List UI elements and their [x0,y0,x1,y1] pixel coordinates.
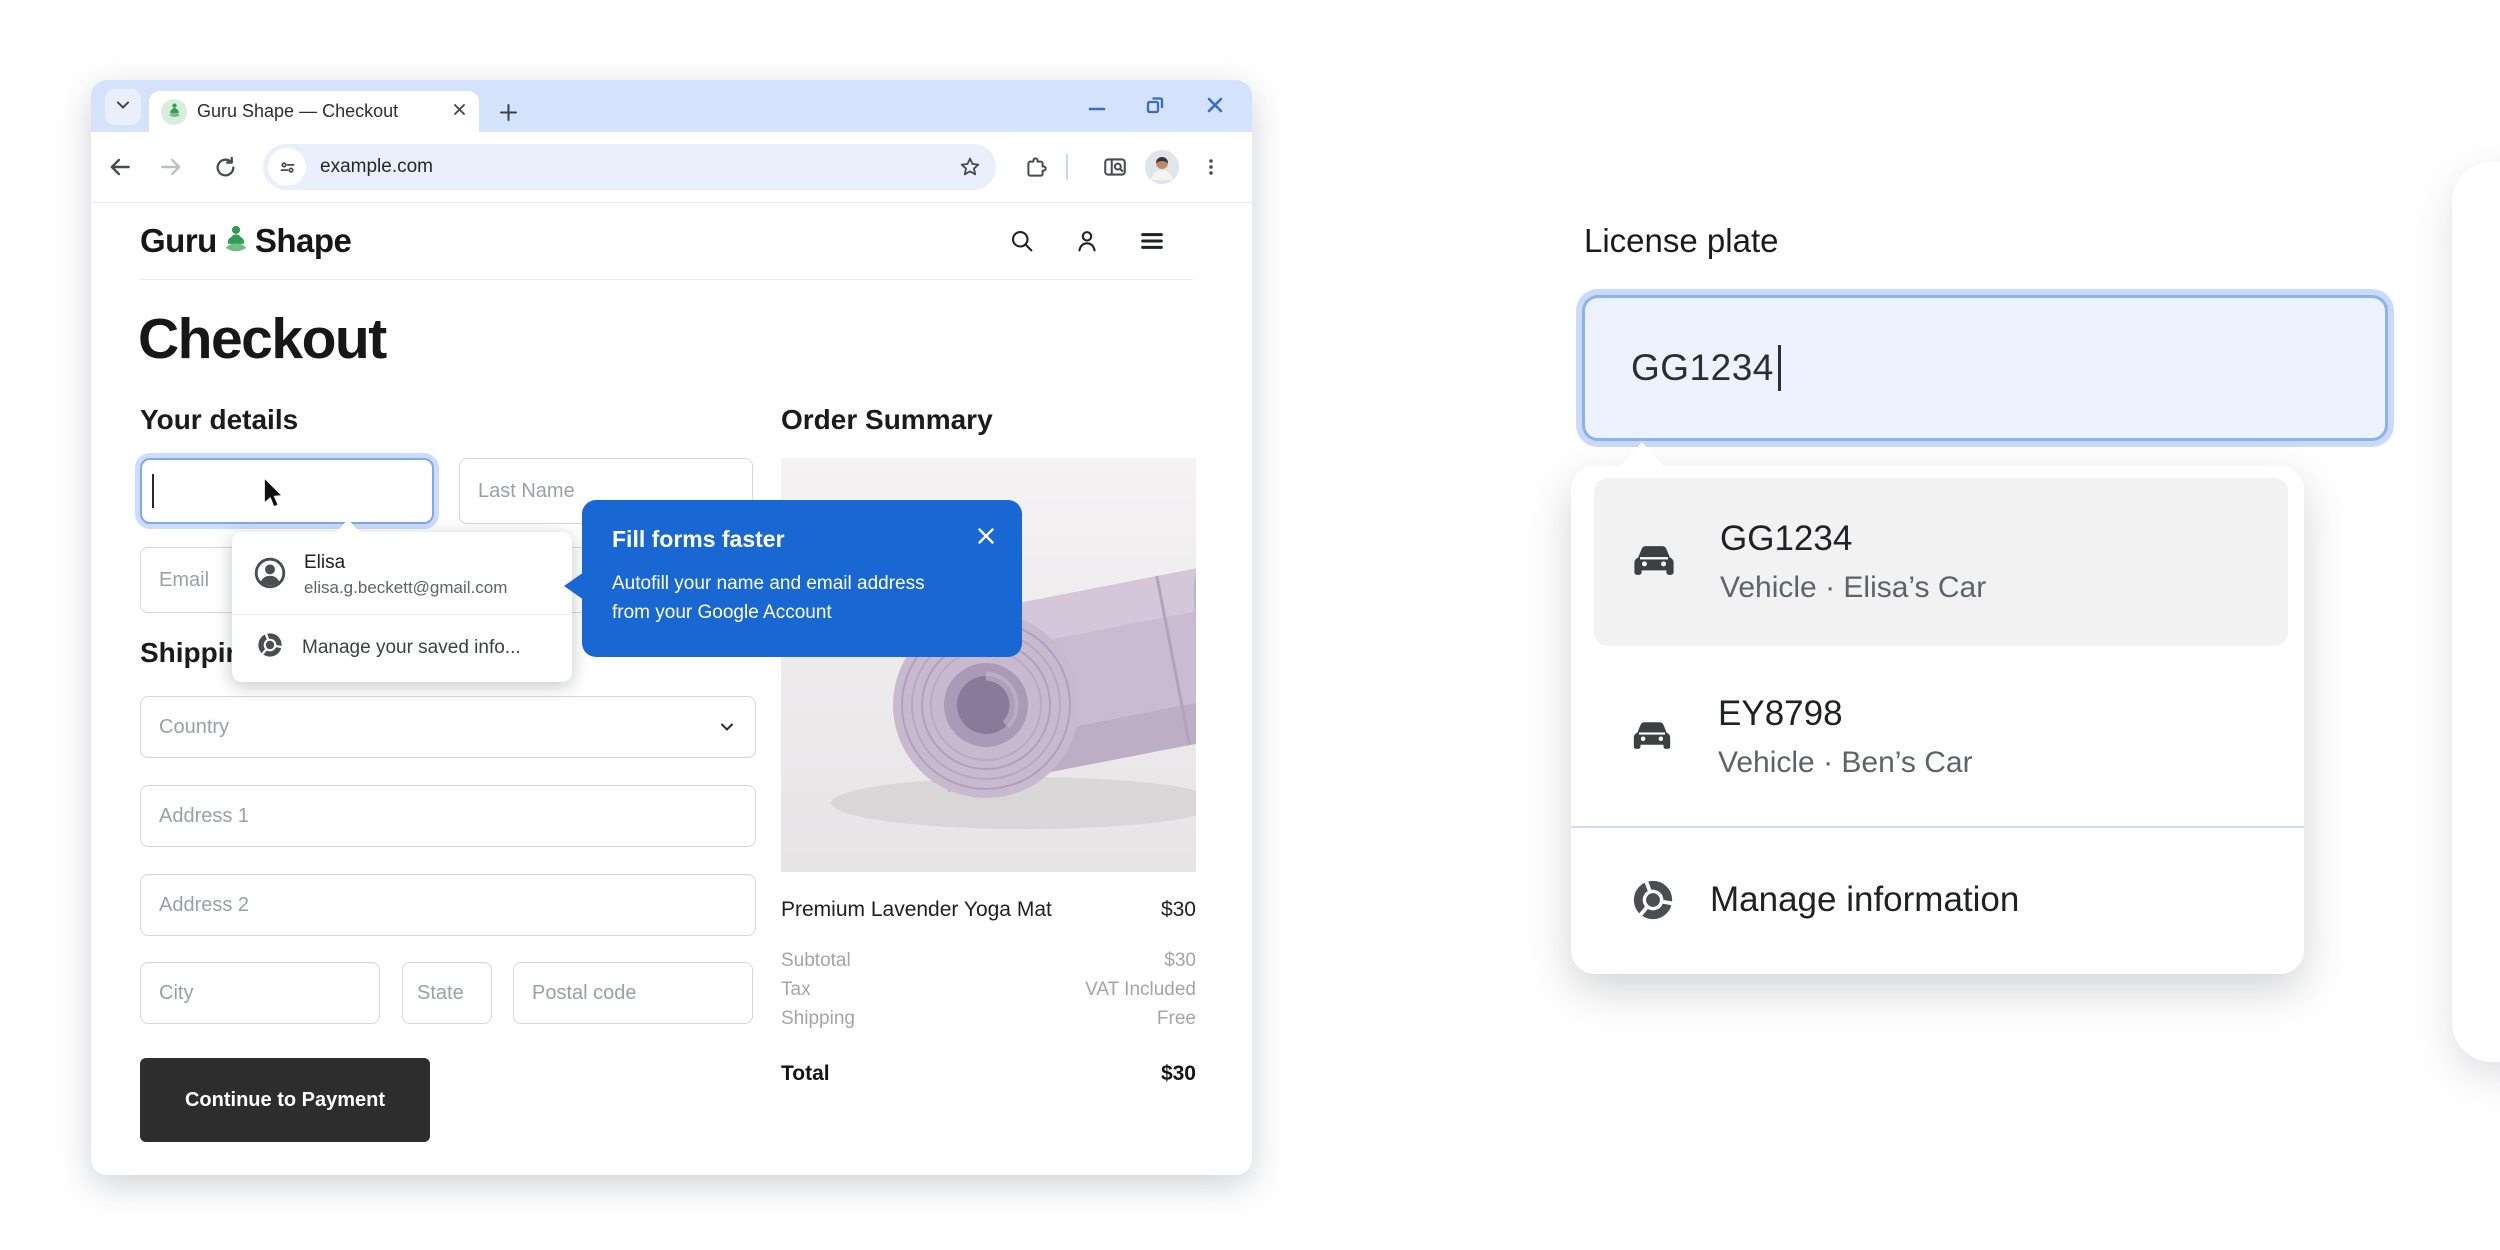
order-summary-heading: Order Summary [781,404,993,436]
suggestion-code: GG1234 [1720,519,1986,559]
chrome-icon [256,631,284,664]
logo-text-shape: Shape [255,222,352,260]
continue-to-payment-button[interactable]: Continue to Payment [140,1058,430,1142]
license-plate-suggestion-menu: GG1234 Vehicle · Elisa’s Car EY8798 Vehi… [1571,466,2304,974]
shipping-label: Shipping [781,1008,855,1030]
tab-search-button[interactable] [105,89,141,125]
manage-information-label: Manage information [1710,880,2019,920]
browser-menu-kebab-icon[interactable] [1195,151,1227,183]
window-minimize-button[interactable] [1080,88,1114,122]
menu-beak [1618,442,1666,469]
yoga-figure-logo-icon [218,223,254,259]
reload-button[interactable] [209,151,241,183]
browser-window: Guru Shape — Checkout [91,80,1252,1175]
close-icon[interactable] [974,524,998,548]
account-circle-icon [252,555,288,596]
order-item-name: Premium Lavender Yoga Mat [781,898,1052,922]
new-tab-button[interactable] [493,97,523,127]
promo-title: Fill forms faster [612,526,994,553]
profile-avatar[interactable] [1145,150,1179,184]
text-caret [1778,345,1781,391]
vehicle-suggestion-2[interactable]: EY8798 Vehicle · Ben’s Car [1594,662,2288,812]
suggestion-desc: Vehicle · Ben’s Car [1718,746,1973,780]
active-tab[interactable]: Guru Shape — Checkout [149,91,479,132]
guru-shape-favicon-icon [161,99,187,125]
autofill-suggestion-menu: Elisa elisa.g.beckett@gmail.com Manage y… [232,532,572,682]
tax-label: Tax [781,979,811,1001]
bookmark-star-icon[interactable] [958,155,982,179]
manage-saved-info-label: Manage your saved info... [302,637,521,659]
country-placeholder: Country [159,716,229,739]
address2-field[interactable] [140,874,756,936]
postal-code-field[interactable] [513,962,753,1024]
order-subtotal-row: Subtotal $30 [781,950,1196,972]
extensions-icon[interactable] [1019,151,1051,183]
order-item-price: $30 [1161,898,1196,922]
state-field[interactable] [402,962,492,1024]
tab-close-icon[interactable] [452,102,467,122]
suggestion-code: EY8798 [1718,694,1973,734]
hamburger-menu-icon[interactable] [1136,225,1168,257]
car-icon [1626,711,1678,763]
tab-title: Guru Shape — Checkout [197,101,452,122]
search-icon[interactable] [1006,225,1038,257]
promo-body: Autofill your name and email address fro… [612,569,964,627]
site-header-logo[interactable]: Guru Shape [140,216,351,266]
city-field[interactable] [140,962,380,1024]
page-title: Checkout [138,306,386,372]
logo-text-guru: Guru [140,222,217,260]
address-bar[interactable]: example.com [263,144,996,190]
license-plate-value: GG1234 [1631,347,1774,389]
vehicle-suggestion-1[interactable]: GG1234 Vehicle · Elisa’s Car [1594,478,2288,646]
suggestion-name: Elisa [304,552,507,574]
header-divider [140,279,1193,280]
tab-strip: Guru Shape — Checkout [91,80,1252,132]
menu-divider [1571,826,2304,828]
autofill-promo-popup: Fill forms faster Autofill your name and… [582,500,1022,657]
side-panel-search-icon[interactable] [1099,151,1131,183]
subtotal-value: $30 [1164,950,1196,972]
chevron-down-icon [717,717,737,737]
manage-saved-info-item[interactable]: Manage your saved info... [232,615,572,682]
shipping-value: Free [1157,1008,1196,1030]
suggestion-desc: Vehicle · Elisa’s Car [1720,571,1986,605]
site-settings-icon[interactable] [268,148,306,186]
order-item-row: Premium Lavender Yoga Mat $30 [781,898,1196,922]
browser-toolbar: example.com [91,132,1252,203]
your-details-heading: Your details [140,404,298,436]
total-value: $30 [1161,1062,1196,1086]
manage-information-item[interactable]: Manage information [1594,844,2288,956]
order-total-row: Total $30 [781,1062,1196,1086]
window-restore-button[interactable] [1138,88,1172,122]
toolbar-separator [1066,154,1068,180]
account-icon[interactable] [1071,225,1103,257]
window-close-button[interactable] [1198,88,1232,122]
desktop-canvas: Guru Shape — Checkout [0,0,2500,1250]
order-shipping-row: Shipping Free [781,1008,1196,1030]
suggestion-email: elisa.g.beckett@gmail.com [304,578,507,598]
country-select[interactable]: Country [140,696,756,758]
license-plate-label: License plate [1584,222,1778,260]
autofill-suggestion-elisa[interactable]: Elisa elisa.g.beckett@gmail.com [232,532,572,614]
menu-beak [336,519,360,533]
order-tax-row: Tax VAT Included [781,979,1196,1001]
license-plate-input[interactable]: GG1234 [1582,295,2388,441]
back-button[interactable] [104,151,136,183]
chrome-icon [1630,877,1676,923]
adjacent-card-edge [2452,162,2500,1062]
tax-value: VAT Included [1085,979,1196,1001]
chevron-down-icon [115,97,131,118]
total-label: Total [781,1062,830,1086]
forward-button[interactable] [155,151,187,183]
promo-beak [564,572,584,600]
mouse-cursor [261,476,285,515]
address1-field[interactable] [140,785,756,847]
first-name-field[interactable] [140,458,434,524]
car-icon [1626,534,1682,590]
url-text[interactable]: example.com [320,156,958,178]
text-caret [152,474,154,508]
subtotal-label: Subtotal [781,950,851,972]
